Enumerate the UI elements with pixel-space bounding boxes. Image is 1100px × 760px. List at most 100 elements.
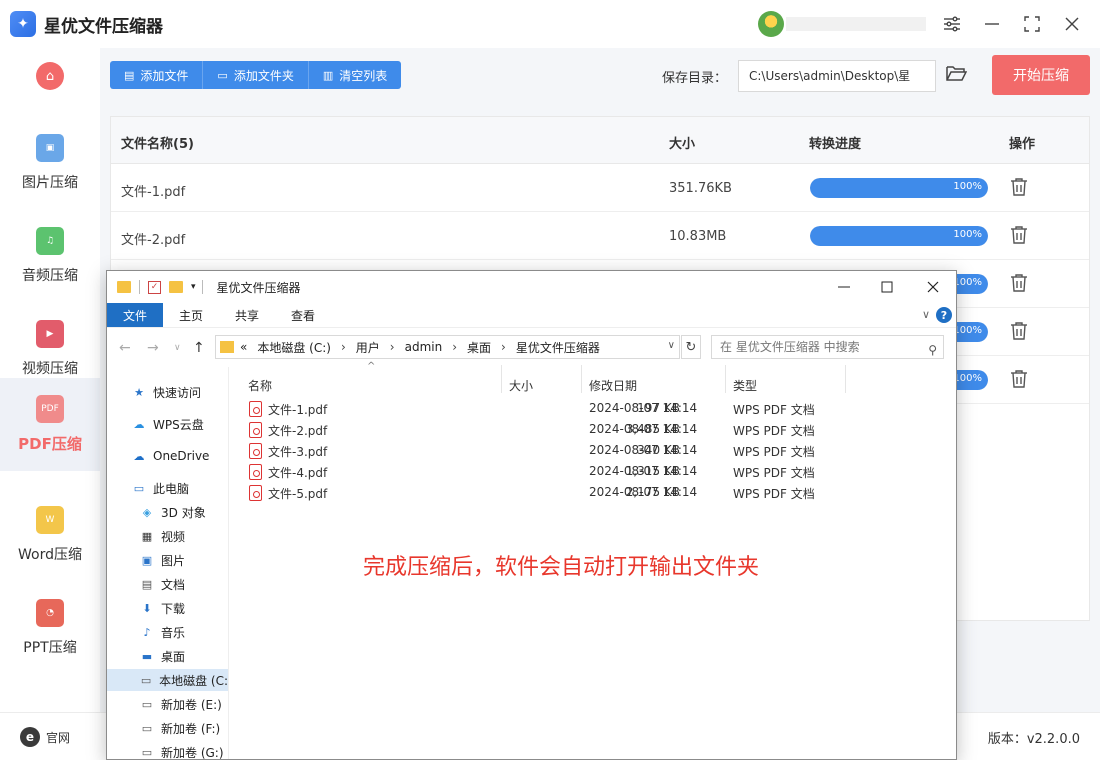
help-icon[interactable]: ? (936, 307, 952, 323)
column-divider[interactable] (845, 365, 846, 393)
properties-icon[interactable]: ✓ (148, 280, 161, 294)
sidebar-item-label: 图片压缩 (22, 174, 78, 191)
tab-home[interactable]: 主页 (163, 303, 219, 327)
nav-downloads[interactable]: ⬇ 下载 (139, 597, 185, 619)
address-segment[interactable]: 用户 (356, 339, 380, 356)
address-overflow[interactable]: « (240, 340, 247, 354)
nav-label: WPS云盘 (153, 417, 204, 432)
explorer-title: 星优文件压缩器 (216, 280, 301, 295)
explorer-minimize-icon[interactable] (834, 277, 854, 297)
avatar[interactable] (758, 11, 784, 37)
sidebar-item-ppt[interactable]: ◔ PPT压缩 (0, 581, 100, 674)
sidebar-item-pdf[interactable]: PDF PDF压缩 (0, 378, 100, 471)
column-name-header[interactable]: 名称 (248, 377, 272, 394)
back-arrow-icon[interactable]: ← (119, 340, 131, 356)
chevron-right-icon[interactable]: › (501, 340, 506, 354)
address-segment[interactable]: 桌面 (467, 339, 491, 356)
table-row: 文件-2.pdf 10.83MB 100% (111, 212, 1089, 260)
website-link[interactable]: e 官网 (20, 727, 70, 747)
nav-wps-cloud[interactable]: ☁ WPS云盘 (131, 413, 204, 435)
chevron-right-icon[interactable]: › (452, 340, 457, 354)
add-folder-button[interactable]: ▭ 添加文件夹 (203, 61, 309, 89)
nav-this-pc[interactable]: ▭ 此电脑 (131, 477, 189, 499)
file-list-item[interactable]: 文件-1.pdf 197 KB 2024-08-07 14:14 WPS PDF 文档 (247, 398, 847, 419)
forward-arrow-icon[interactable]: → (147, 340, 159, 356)
maximize-icon[interactable] (1020, 12, 1044, 36)
nav-label: 图片 (161, 553, 186, 568)
add-file-button[interactable]: ▤ 添加文件 (110, 61, 204, 89)
column-type-header[interactable]: 类型 (733, 377, 757, 394)
nav-documents[interactable]: ▤ 文档 (139, 573, 185, 595)
document-icon: ▤ (141, 577, 153, 591)
file-list-item[interactable]: 文件-3.pdf 340 KB 2024-08-07 14:14 WPS PDF 文档 (247, 440, 847, 461)
delete-icon[interactable] (1010, 321, 1028, 341)
explorer-maximize-icon[interactable] (877, 277, 897, 297)
delete-icon[interactable] (1010, 177, 1028, 197)
address-segment[interactable]: 本地磁盘 (C:) (257, 339, 331, 356)
customize-dropdown-icon[interactable]: ▾ (191, 282, 196, 292)
sidebar-item-audio[interactable]: ♫ 音频压缩 (0, 209, 100, 302)
column-size-header[interactable]: 大小 (509, 377, 533, 394)
address-bar[interactable]: « 本地磁盘 (C:) › 用户 › admin › 桌面 › 星优文件压缩器 … (215, 335, 680, 359)
expand-ribbon-icon[interactable]: ∨ (922, 308, 930, 321)
recent-dropdown-icon[interactable]: ∨ (174, 343, 181, 353)
start-compress-button[interactable]: 开始压缩 (992, 55, 1090, 95)
nav-3d-objects[interactable]: ◈ 3D 对象 (139, 501, 206, 523)
close-icon[interactable] (1060, 12, 1084, 36)
tab-view[interactable]: 查看 (275, 303, 331, 327)
save-directory-input[interactable]: C:\Users\admin\Desktop\星 (738, 60, 936, 92)
settings-sliders-icon[interactable] (940, 12, 964, 36)
delete-icon[interactable] (1010, 273, 1028, 293)
column-divider[interactable] (725, 365, 726, 393)
nav-onedrive[interactable]: ☁ OneDrive (131, 445, 210, 467)
explorer-close-icon[interactable] (923, 277, 943, 297)
folder-icon[interactable] (117, 281, 131, 293)
column-date-header[interactable]: 修改日期 (589, 377, 637, 394)
file-type: WPS PDF 文档 (733, 445, 815, 459)
nav-volume-f[interactable]: ▭ 新加卷 (F:) (139, 717, 220, 739)
nav-volume-g[interactable]: ▭ 新加卷 (G:) (139, 741, 224, 760)
nav-quick-access[interactable]: ★ 快速访问 (131, 381, 201, 403)
file-list-item[interactable]: 文件-2.pdf 3,485 KB 2024-08-07 14:14 WPS PDF … (247, 419, 847, 440)
new-folder-icon[interactable] (169, 281, 183, 293)
delete-icon[interactable] (1010, 225, 1028, 245)
nav-label: 新加卷 (F:) (161, 721, 221, 736)
nav-desktop[interactable]: ▬ 桌面 (139, 645, 185, 667)
desktop-icon: ▬ (141, 649, 153, 663)
onedrive-icon: ☁ (133, 449, 145, 463)
browse-folder-icon[interactable] (945, 63, 969, 87)
up-arrow-icon[interactable]: ↑ (193, 340, 205, 356)
nav-music[interactable]: ♪ 音乐 (139, 621, 185, 643)
refresh-icon[interactable]: ↻ (681, 335, 701, 359)
chevron-right-icon[interactable]: › (341, 340, 346, 354)
nav-pictures[interactable]: ▣ 图片 (139, 549, 185, 571)
file-name-cell: 文件-1.pdf (121, 185, 186, 200)
sidebar-item-word[interactable]: W Word压缩 (0, 488, 100, 581)
file-list-item[interactable]: 文件-5.pdf 2,175 KB 2024-08-07 14:14 WPS PDF … (247, 482, 847, 503)
file-list-item[interactable]: 文件-4.pdf 1,315 KB 2024-08-07 14:14 WPS PDF … (247, 461, 847, 482)
tab-file[interactable]: 文件 (107, 303, 164, 327)
delete-icon[interactable] (1010, 369, 1028, 389)
minimize-icon[interactable] (980, 12, 1004, 36)
home-icon[interactable]: ⌂ (36, 62, 64, 90)
tab-share[interactable]: 共享 (219, 303, 275, 327)
column-divider[interactable] (501, 365, 502, 393)
column-divider[interactable] (581, 365, 582, 393)
nav-videos[interactable]: ▦ 视频 (139, 525, 185, 547)
search-input[interactable]: 在 星优文件压缩器 中搜索 ⚲ (711, 335, 944, 359)
sort-ascending-icon: ^ (367, 361, 376, 372)
clear-list-button[interactable]: ▥ 清空列表 (308, 61, 402, 89)
picture-icon: ▣ (141, 553, 153, 567)
column-progress-header: 转换进度 (809, 137, 862, 152)
address-dropdown-icon[interactable]: ∨ (668, 340, 675, 351)
nav-volume-e[interactable]: ▭ 新加卷 (E:) (139, 693, 222, 715)
sidebar-item-image[interactable]: ▣ 图片压缩 (0, 116, 100, 209)
address-segment[interactable]: 星优文件压缩器 (516, 339, 600, 356)
file-date: 2024-08-07 14:14 (589, 443, 698, 457)
chevron-right-icon[interactable]: › (390, 340, 395, 354)
user-info (786, 17, 926, 31)
address-segment[interactable]: admin (405, 340, 443, 354)
website-label: 官网 (46, 730, 71, 745)
nav-local-disk-c[interactable]: ▭ 本地磁盘 (C: (107, 669, 228, 691)
app-logo-icon: ✦ (10, 11, 36, 37)
